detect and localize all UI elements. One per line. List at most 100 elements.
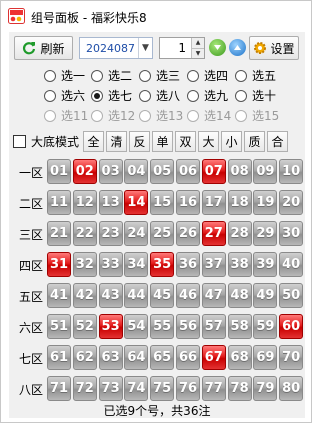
arrow-up-icon[interactable] — [229, 39, 246, 56]
number-ball[interactable]: 32 — [72, 252, 97, 277]
pick-type-radio[interactable]: 选二 — [91, 67, 132, 84]
number-ball[interactable]: 78 — [227, 376, 252, 401]
count-spinbox[interactable]: 1 ▲ ▼ — [159, 37, 205, 59]
number-ball[interactable]: 26 — [176, 221, 200, 246]
number-ball[interactable]: 37 — [201, 252, 226, 277]
number-ball[interactable]: 29 — [253, 221, 278, 246]
number-ball[interactable]: 21 — [47, 221, 71, 246]
pick-type-radio[interactable]: 选八 — [139, 87, 180, 104]
number-ball[interactable]: 59 — [253, 314, 278, 339]
number-ball[interactable]: 52 — [72, 314, 97, 339]
pick-type-radio[interactable]: 选三 — [139, 67, 180, 84]
number-ball[interactable]: 42 — [72, 283, 97, 308]
arrow-down-icon[interactable] — [209, 39, 226, 56]
number-ball[interactable]: 76 — [176, 376, 200, 401]
number-ball[interactable]: 18 — [227, 190, 252, 215]
pick-type-radio[interactable]: 选六 — [44, 87, 85, 104]
pick-type-radio[interactable]: 选七 — [91, 87, 132, 104]
number-ball[interactable]: 69 — [253, 345, 278, 370]
number-ball[interactable]: 79 — [253, 376, 278, 401]
pick-type-radio[interactable]: 选四 — [187, 67, 228, 84]
number-ball[interactable]: 28 — [227, 221, 252, 246]
number-ball[interactable]: 57 — [201, 314, 226, 339]
number-ball[interactable]: 16 — [176, 190, 200, 215]
number-ball[interactable]: 44 — [124, 283, 149, 308]
period-combobox[interactable]: 2024087 ▼ — [79, 37, 153, 59]
number-ball[interactable]: 10 — [279, 159, 304, 184]
number-ball[interactable]: 71 — [47, 376, 71, 401]
number-ball[interactable]: 23 — [98, 221, 123, 246]
number-ball[interactable]: 46 — [176, 283, 200, 308]
settings-button[interactable]: 设置 — [249, 36, 299, 60]
number-ball[interactable]: 38 — [227, 252, 252, 277]
number-ball-selected[interactable]: 60 — [279, 314, 304, 339]
number-ball[interactable]: 39 — [253, 252, 278, 277]
number-ball[interactable]: 09 — [253, 159, 278, 184]
number-ball[interactable]: 50 — [279, 283, 304, 308]
pick-type-radio[interactable]: 选一 — [44, 67, 85, 84]
number-ball[interactable]: 20 — [279, 190, 304, 215]
number-ball[interactable]: 80 — [279, 376, 304, 401]
chevron-down-icon[interactable]: ▼ — [138, 38, 152, 58]
number-ball-selected[interactable]: 31 — [47, 252, 71, 277]
spin-down-icon[interactable]: ▼ — [192, 48, 204, 58]
number-ball[interactable]: 68 — [227, 345, 252, 370]
number-ball[interactable]: 65 — [150, 345, 175, 370]
number-ball-selected[interactable]: 14 — [124, 190, 149, 215]
number-ball[interactable]: 04 — [124, 159, 149, 184]
number-ball[interactable]: 66 — [176, 345, 200, 370]
number-ball[interactable]: 01 — [47, 159, 71, 184]
number-ball[interactable]: 49 — [253, 283, 278, 308]
clear-button[interactable]: 清 — [106, 130, 128, 152]
number-ball[interactable]: 33 — [98, 252, 123, 277]
number-ball-selected[interactable]: 27 — [201, 221, 226, 246]
number-ball[interactable]: 74 — [124, 376, 149, 401]
prime-button[interactable]: 质 — [244, 130, 266, 152]
number-ball[interactable]: 58 — [227, 314, 252, 339]
number-ball[interactable]: 19 — [253, 190, 278, 215]
big-button[interactable]: 大 — [198, 130, 220, 152]
number-ball-selected[interactable]: 02 — [72, 159, 97, 184]
number-ball[interactable]: 08 — [227, 159, 252, 184]
number-ball[interactable]: 41 — [47, 283, 71, 308]
number-ball[interactable]: 62 — [72, 345, 97, 370]
number-ball[interactable]: 43 — [98, 283, 123, 308]
number-ball[interactable]: 55 — [150, 314, 175, 339]
spin-up-icon[interactable]: ▲ — [192, 38, 204, 49]
number-ball[interactable]: 15 — [150, 190, 175, 215]
number-ball[interactable]: 48 — [227, 283, 252, 308]
number-ball[interactable]: 36 — [176, 252, 200, 277]
number-ball[interactable]: 56 — [176, 314, 200, 339]
pick-type-radio[interactable]: 选十 — [235, 87, 276, 104]
number-ball-selected[interactable]: 53 — [98, 314, 123, 339]
number-ball[interactable]: 45 — [150, 283, 175, 308]
number-ball[interactable]: 24 — [124, 221, 149, 246]
number-ball[interactable]: 06 — [176, 159, 200, 184]
number-ball[interactable]: 17 — [201, 190, 226, 215]
pick-type-radio[interactable]: 选五 — [235, 67, 276, 84]
number-ball[interactable]: 22 — [72, 221, 97, 246]
number-ball[interactable]: 77 — [201, 376, 226, 401]
select-all-button[interactable]: 全 — [83, 130, 105, 152]
number-ball[interactable]: 30 — [279, 221, 304, 246]
number-ball[interactable]: 61 — [47, 345, 71, 370]
number-ball[interactable]: 54 — [124, 314, 149, 339]
refresh-button[interactable]: 刷新 — [14, 36, 73, 60]
title-bar[interactable]: 组号面板 - 福彩快乐8 — [1, 1, 311, 32]
number-ball[interactable]: 11 — [47, 190, 71, 215]
pick-type-radio[interactable]: 选九 — [187, 87, 228, 104]
number-ball[interactable]: 03 — [98, 159, 123, 184]
number-ball-selected[interactable]: 67 — [201, 345, 226, 370]
invert-button[interactable]: 反 — [129, 130, 151, 152]
number-ball[interactable]: 25 — [150, 221, 175, 246]
number-ball[interactable]: 34 — [124, 252, 149, 277]
composite-button[interactable]: 合 — [267, 130, 289, 152]
number-ball[interactable]: 13 — [98, 190, 123, 215]
number-ball[interactable]: 05 — [150, 159, 175, 184]
number-ball-selected[interactable]: 35 — [150, 252, 175, 277]
number-ball-selected[interactable]: 07 — [201, 159, 226, 184]
number-ball[interactable]: 64 — [124, 345, 149, 370]
number-ball[interactable]: 40 — [279, 252, 304, 277]
number-ball[interactable]: 51 — [47, 314, 71, 339]
small-button[interactable]: 小 — [221, 130, 243, 152]
